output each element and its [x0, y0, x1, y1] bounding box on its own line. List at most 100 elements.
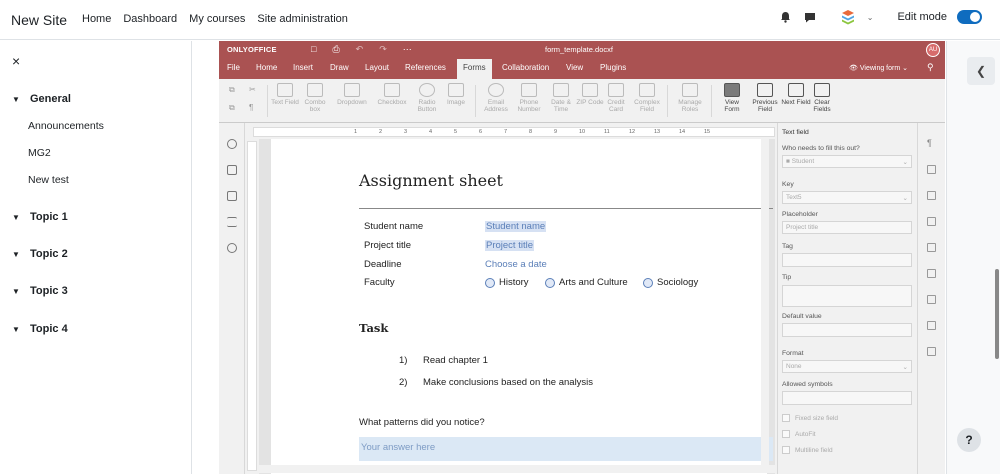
who-select[interactable]: ■ Student ⌄ — [782, 155, 912, 168]
faculty-radio-sociology[interactable]: Sociology — [643, 277, 698, 288]
copy-icon[interactable]: ⧉ — [229, 85, 235, 95]
tab-view[interactable]: View — [566, 63, 583, 72]
header-footer-settings-icon[interactable] — [927, 217, 936, 226]
activity-new-test[interactable]: New test — [28, 174, 69, 186]
checkbox-box[interactable] — [782, 430, 790, 438]
multiline-checkbox[interactable]: Multiline field — [782, 446, 833, 454]
tab-layout[interactable]: Layout — [365, 63, 389, 72]
site-name[interactable]: New Site — [11, 12, 67, 28]
clear-fields-button[interactable]: Clear Fields — [807, 83, 837, 113]
section-topic-3[interactable]: ▼ Topic 3 — [12, 285, 68, 297]
info-icon[interactable] — [227, 243, 237, 253]
document-horizontal-scrollbar[interactable] — [259, 465, 775, 473]
credit-card-button[interactable]: Credit Card — [601, 83, 631, 113]
text-art-settings-icon[interactable] — [927, 295, 936, 304]
radio-circle[interactable] — [643, 277, 653, 288]
tab-references[interactable]: References — [405, 63, 446, 72]
radio-circle[interactable] — [485, 277, 495, 288]
chevron-down-icon[interactable]: ▼ — [12, 95, 22, 104]
checkbox-box[interactable] — [782, 446, 790, 454]
undo-icon[interactable]: ↶ — [356, 44, 364, 55]
answer-field[interactable]: Your answer here — [359, 437, 773, 461]
chevron-down-icon[interactable]: ▼ — [12, 325, 22, 334]
section-general[interactable]: ▼ General — [12, 93, 71, 105]
section-topic-4[interactable]: ▼ Topic 4 — [12, 323, 68, 335]
tag-input[interactable] — [782, 253, 912, 267]
chart-settings-icon[interactable] — [927, 269, 936, 278]
fixed-size-checkbox[interactable]: Fixed size field — [782, 414, 838, 422]
more-icon[interactable]: ⋯ — [403, 44, 412, 55]
section-title[interactable]: Topic 1 — [30, 211, 68, 223]
save-icon[interactable]: □ — [311, 44, 316, 55]
tab-file[interactable]: File — [227, 63, 240, 72]
cut-icon[interactable]: ✂ — [249, 85, 256, 94]
email-address-button[interactable]: Email Address — [481, 83, 511, 113]
phone-number-button[interactable]: Phone Number — [514, 83, 544, 113]
tab-forms[interactable]: Forms — [457, 59, 492, 79]
section-title[interactable]: General — [30, 93, 71, 105]
image-button[interactable]: Image — [441, 83, 471, 106]
section-topic-1[interactable]: ▼ Topic 1 — [12, 211, 68, 223]
tab-insert[interactable]: Insert — [293, 63, 313, 72]
activity-mg2[interactable]: MG2 — [28, 147, 51, 159]
paragraph-icon[interactable]: ¶ — [249, 103, 253, 112]
chevron-down-icon[interactable]: ▼ — [12, 287, 22, 296]
search-icon[interactable]: ⚲ — [927, 62, 934, 73]
faculty-radio-arts[interactable]: Arts and Culture — [545, 277, 628, 288]
combo-box-button[interactable]: Combo box — [300, 83, 330, 113]
user-menu-chevron-icon[interactable]: ⌄ — [867, 13, 874, 22]
table-settings-icon[interactable] — [927, 165, 936, 174]
autofit-checkbox[interactable]: AutoFit — [782, 430, 816, 438]
user-avatar-icon[interactable] — [839, 8, 857, 26]
viewing-mode-dropdown[interactable]: 👁 Viewing form ⌄ — [849, 64, 908, 72]
close-drawer-icon[interactable]: × — [12, 53, 20, 69]
deadline-date-field[interactable]: Choose a date — [485, 259, 547, 270]
manage-roles-button[interactable]: Manage Roles — [675, 83, 705, 113]
nav-site-administration[interactable]: Site administration — [257, 13, 348, 25]
search-icon[interactable] — [227, 139, 237, 149]
signature-settings-icon[interactable] — [927, 347, 936, 356]
edit-mode-toggle[interactable] — [957, 10, 982, 24]
dropdown-button[interactable]: Dropdown — [335, 83, 369, 106]
tab-plugins[interactable]: Plugins — [600, 63, 626, 72]
key-select[interactable]: Text5 ⌄ — [782, 191, 912, 204]
tab-home[interactable]: Home — [256, 63, 277, 72]
user-avatar[interactable]: AU — [926, 43, 940, 57]
chevron-down-icon[interactable]: ▼ — [12, 250, 22, 259]
open-block-drawer-button[interactable]: ❮ — [967, 57, 995, 85]
section-title[interactable]: Topic 4 — [30, 323, 68, 335]
default-value-input[interactable] — [782, 323, 912, 337]
section-topic-2[interactable]: ▼ Topic 2 — [12, 248, 68, 260]
date-time-button[interactable]: Date & Time — [546, 83, 576, 113]
tip-input[interactable] — [782, 285, 912, 307]
redo-icon[interactable]: ↷ — [379, 44, 387, 55]
chevron-down-icon[interactable]: ▼ — [12, 213, 22, 222]
radio-button-button[interactable]: Radio Button — [412, 83, 442, 113]
faculty-radio-history[interactable]: History — [485, 277, 529, 288]
student-name-field[interactable]: Student name — [485, 221, 547, 232]
messages-chat-icon[interactable] — [803, 10, 817, 24]
nav-dashboard[interactable]: Dashboard — [123, 13, 177, 25]
placeholder-input[interactable]: Project title — [782, 221, 912, 234]
paragraph-settings-icon[interactable]: ¶ — [927, 139, 936, 148]
print-icon[interactable]: ⎙ — [332, 44, 339, 55]
section-title[interactable]: Topic 3 — [30, 285, 68, 297]
page-scrollbar[interactable] — [995, 269, 999, 359]
previous-field-button[interactable]: Previous Field — [750, 83, 780, 113]
shape-settings-icon[interactable] — [927, 243, 936, 252]
tab-draw[interactable]: Draw — [330, 63, 349, 72]
section-title[interactable]: Topic 2 — [30, 248, 68, 260]
headings-icon[interactable] — [227, 217, 237, 227]
form-settings-icon[interactable] — [927, 321, 936, 330]
document-vertical-scrollbar[interactable] — [761, 139, 769, 467]
format-select[interactable]: None ⌄ — [782, 360, 912, 373]
view-form-button[interactable]: View Form — [717, 83, 747, 113]
checkbox-box[interactable] — [782, 414, 790, 422]
radio-circle[interactable] — [545, 277, 555, 288]
checkbox-button[interactable]: Checkbox — [375, 83, 409, 106]
notifications-bell-icon[interactable] — [779, 10, 793, 24]
project-title-field[interactable]: Project title — [485, 240, 534, 251]
activity-announcements[interactable]: Announcements — [28, 120, 104, 132]
nav-home[interactable]: Home — [82, 13, 111, 25]
paste-icon[interactable]: ⧉ — [229, 103, 235, 113]
